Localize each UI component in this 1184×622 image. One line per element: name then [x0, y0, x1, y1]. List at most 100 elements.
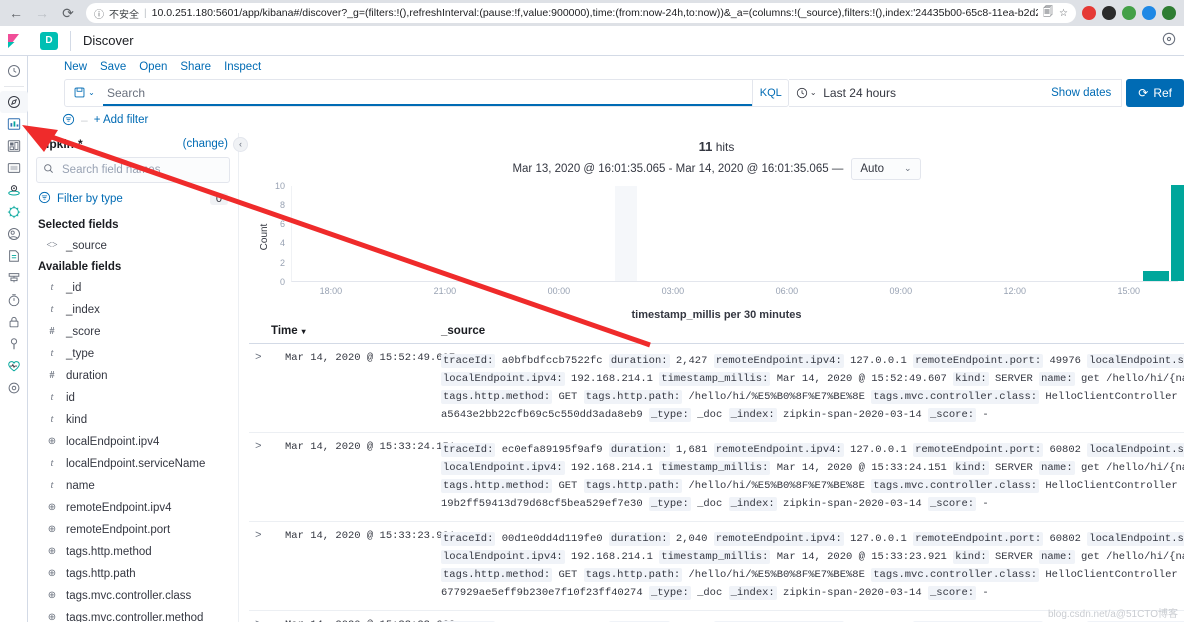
field-item-tags-http-path[interactable]: ⊕ tags.http.path: [36, 563, 230, 585]
kibana-logo-icon[interactable]: [0, 33, 28, 49]
filter-funnel-icon[interactable]: [62, 113, 75, 126]
table-row[interactable]: > Mar 14, 2020 @ 15:33:23.921 traceId: 00d…: [249, 522, 1184, 612]
sort-desc-icon[interactable]: ▾: [302, 327, 306, 336]
extension-blue-icon[interactable]: [1142, 6, 1156, 20]
field-item-tags-mvc-controller-method[interactable]: ⊕ tags.mvc.controller.method: [36, 607, 230, 622]
expand-row-icon[interactable]: >: [249, 352, 271, 424]
refresh-button[interactable]: ⟳ Ref: [1126, 78, 1184, 107]
source-field-value: zipkin-span-2020-03-14: [783, 587, 922, 600]
sidebar-item-dashboard[interactable]: [0, 135, 28, 157]
clock-icon[interactable]: ⌄: [789, 87, 823, 99]
add-filter-button[interactable]: + Add filter: [94, 114, 149, 126]
sidebar-item-logs[interactable]: [0, 245, 28, 267]
field-item-remoteEndpoint-port[interactable]: ⊕ remoteEndpoint.port: [36, 519, 230, 541]
source-field-value: HelloClientController: [1045, 391, 1178, 404]
filter-by-type-label[interactable]: Filter by type: [57, 193, 123, 205]
expand-row-icon[interactable]: >: [249, 441, 271, 513]
field-search-input[interactable]: [60, 162, 223, 177]
x-tick-label: 12:00: [1003, 285, 1027, 296]
query-language-button[interactable]: KQL: [752, 79, 788, 106]
topnav-share[interactable]: Share: [180, 61, 211, 73]
sidebar-item-management-gear-icon[interactable]: [0, 377, 28, 399]
field-item-_source[interactable]: <> _source: [36, 235, 230, 257]
source-field-key: remoteEndpoint.ipv4:: [713, 354, 844, 369]
sidebar-item-siem-lock-icon[interactable]: [0, 311, 28, 333]
sidebar-item-discover[interactable]: [0, 91, 28, 113]
chevron-down-icon[interactable]: ⌄: [810, 88, 817, 97]
source-field-value: get /hello/hi/{name}: [1080, 373, 1184, 386]
field-item-id[interactable]: t id: [36, 387, 230, 409]
info-circle-icon[interactable]: ⓘ: [94, 6, 104, 21]
chart-bar[interactable]: [1142, 271, 1170, 281]
field-item-_index[interactable]: t _index: [36, 299, 230, 321]
expand-row-icon[interactable]: >: [249, 530, 271, 602]
bookmark-star-icon[interactable]: ☆: [1059, 8, 1068, 19]
table-row[interactable]: > Mar 14, 2020 @ 15:52:49.607 traceId: a0b…: [249, 344, 1184, 434]
field-item-_id[interactable]: t _id: [36, 277, 230, 299]
sidebar-item-infrastructure[interactable]: [0, 223, 28, 245]
sidebar-item-uptime[interactable]: [0, 289, 28, 311]
saved-query-disk-icon[interactable]: ⌄: [65, 80, 103, 106]
omnibox-divider: |: [144, 7, 147, 19]
forward-arrow-icon[interactable]: →: [30, 2, 54, 24]
field-item-_type[interactable]: t _type: [36, 343, 230, 365]
extension-adblock-icon[interactable]: [1082, 6, 1096, 20]
space-badge[interactable]: D: [40, 31, 58, 50]
field-item-kind[interactable]: t kind: [36, 409, 230, 431]
sidebar-item-monitoring-heart-icon[interactable]: [0, 355, 28, 377]
filter-by-type-row[interactable]: Filter by type 0: [36, 189, 230, 215]
index-pattern-name[interactable]: zipkin-*: [40, 137, 83, 151]
browser-toolbar: ← → ⟳ ⓘ 不安全 | 10.0.251.180:5601/app/kiba…: [0, 0, 1184, 26]
extension-dark-icon[interactable]: [1102, 6, 1116, 20]
interval-select[interactable]: Auto ⌄: [851, 157, 921, 180]
field-item-localEndpoint-ipv4[interactable]: ⊕ localEndpoint.ipv4: [36, 431, 230, 453]
table-header-row: Time ▾ _source: [249, 321, 1184, 345]
back-arrow-icon[interactable]: ←: [4, 2, 28, 24]
x-axis-ticks: 18:00 21:00 00:00 03:00 06:00 09:00 12:00 15:00: [291, 286, 1178, 300]
sidebar-item-maps[interactable]: [0, 179, 28, 201]
field-item-_score[interactable]: # _score: [36, 321, 230, 343]
source-line: tags.http.method: GET tags.http.path: /h…: [441, 566, 1184, 584]
sidebar-item-machine-learning[interactable]: [0, 201, 28, 223]
y-tick-label: 8: [279, 200, 285, 211]
sidebar-item-visualize[interactable]: [0, 113, 28, 135]
field-item-tags-http-method[interactable]: ⊕ tags.http.method: [36, 541, 230, 563]
extension-green-icon[interactable]: [1162, 6, 1176, 20]
field-item-name[interactable]: t name: [36, 475, 230, 497]
field-search[interactable]: [36, 156, 230, 183]
extension-globe-icon[interactable]: [1122, 6, 1136, 20]
topnav-new[interactable]: New: [64, 61, 87, 73]
topnav-save[interactable]: Save: [100, 61, 126, 73]
reload-icon[interactable]: ⟳: [56, 2, 80, 24]
source-field-key: traceId:: [441, 354, 496, 369]
field-name: remoteEndpoint.port: [66, 523, 171, 536]
time-column-header[interactable]: Time ▾: [271, 325, 441, 337]
chart-plot-area[interactable]: [291, 184, 1184, 282]
collapse-left-icon[interactable]: ‹: [233, 136, 248, 152]
field-item-localEndpoint-serviceName[interactable]: t localEndpoint.serviceName: [36, 453, 230, 475]
source-field-value: get /hello/hi/{name}: [1080, 551, 1184, 564]
change-index-pattern-button[interactable]: (change): [183, 138, 228, 150]
help-icon[interactable]: [1162, 32, 1184, 49]
field-item-tags-mvc-controller-class[interactable]: ⊕ tags.mvc.controller.class: [36, 585, 230, 607]
address-bar[interactable]: ⓘ 不安全 | 10.0.251.180:5601/app/kibana#/di…: [86, 3, 1076, 23]
time-range-label[interactable]: Last 24 hours: [823, 86, 1051, 100]
recently-viewed-clock-icon[interactable]: [0, 60, 28, 82]
table-row[interactable]: > Mar 14, 2020 @ 15:33:24.151 traceId: ec0…: [249, 433, 1184, 523]
show-dates-button[interactable]: Show dates: [1051, 87, 1121, 99]
search-input[interactable]: [103, 79, 753, 106]
source-column-header[interactable]: _source: [441, 325, 1184, 337]
topnav-open[interactable]: Open: [139, 61, 167, 73]
field-item-remoteEndpoint-ipv4[interactable]: ⊕ remoteEndpoint.ipv4: [36, 497, 230, 519]
translate-icon[interactable]: 🗐: [1043, 5, 1053, 22]
expand-column-header: [249, 325, 271, 337]
field-item-duration[interactable]: # duration: [36, 365, 230, 387]
table-row[interactable]: >Mar 14, 2020 @ 15:33:23.662traceId: 427…: [249, 611, 1184, 622]
histogram-chart[interactable]: Count 0 2 4 6 8 10 18:00 21:00 00:00 03:00 06:00 0…: [249, 181, 1184, 296]
sidebar-item-apm[interactable]: [0, 267, 28, 289]
sidebar-item-canvas[interactable]: [0, 157, 28, 179]
topnav-inspect[interactable]: Inspect: [224, 61, 261, 73]
sidebar-item-dev-tools-wrench-icon[interactable]: [0, 333, 28, 355]
chart-bar[interactable]: [1170, 184, 1184, 281]
chevron-down-icon[interactable]: ⌄: [88, 88, 95, 97]
